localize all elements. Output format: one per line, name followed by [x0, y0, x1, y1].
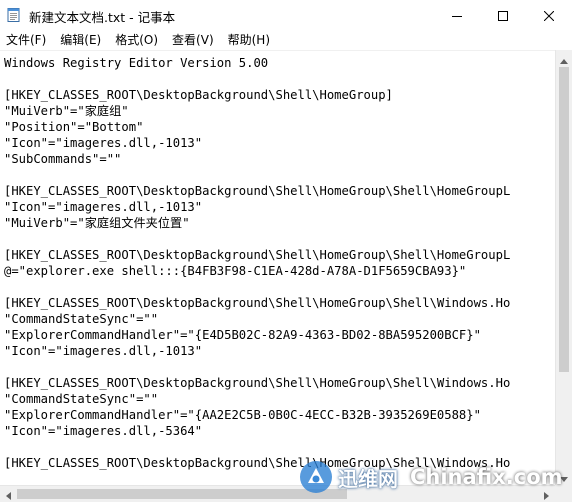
maximize-icon — [498, 6, 508, 25]
notepad-icon[interactable] — [6, 7, 22, 23]
chevron-up-icon — [560, 49, 568, 68]
editor-content[interactable]: Windows Registry Editor Version 5.00 [HK… — [4, 55, 510, 471]
text-line — [4, 167, 510, 183]
text-line: "Icon"="imageres.dll,-1013" — [4, 200, 203, 214]
text-line: "MuiVerb"="家庭组" — [4, 104, 129, 118]
text-line: "MuiVerb"="家庭组文件夹位置" — [4, 216, 190, 230]
text-line: [HKEY_CLASSES_ROOT\DesktopBackground\She… — [4, 248, 511, 262]
notepad-window: 新建文本文档.txt - 记事本 文件(F) 编辑(E) 格式(O) 查看(V)… — [0, 0, 572, 502]
text-line: "SubCommands"="" — [4, 152, 122, 166]
menu-help[interactable]: 帮助(H) — [221, 30, 277, 50]
text-line: Windows Registry Editor Version 5.00 — [4, 56, 269, 70]
text-line: "Icon"="imageres.dll,-1013" — [4, 344, 203, 358]
text-line — [4, 359, 510, 375]
chevron-left-icon — [6, 485, 11, 504]
text-line: "ExplorerCommandHandler"="{AA2E2C5B-0B0C… — [4, 408, 481, 422]
text-line: "ExplorerCommandHandler"="{E4D5B02C-82A9… — [4, 328, 481, 342]
vertical-scroll-thumb[interactable] — [559, 67, 569, 372]
close-icon — [543, 6, 555, 25]
text-line: [HKEY_CLASSES_ROOT\DesktopBackground\She… — [4, 184, 511, 198]
watermark-english: Chinafix.com — [410, 465, 563, 489]
menu-bar: 文件(F) 编辑(E) 格式(O) 查看(V) 帮助(H) — [0, 30, 572, 50]
scroll-up-button[interactable] — [556, 50, 572, 67]
title-bar[interactable]: 新建文本文档.txt - 记事本 — [0, 0, 572, 30]
watermark-chinese: 迅维网 — [338, 466, 398, 491]
close-button[interactable] — [526, 0, 572, 30]
scroll-left-button[interactable] — [0, 486, 17, 502]
text-line: "Icon"="imageres.dll,-1013" — [4, 136, 203, 150]
menu-file[interactable]: 文件(F) — [0, 30, 53, 50]
text-line — [4, 71, 510, 87]
text-line: "CommandStateSync"="" — [4, 312, 159, 326]
menu-edit[interactable]: 编辑(E) — [53, 30, 108, 50]
text-line: [HKEY_CLASSES_ROOT\DesktopBackground\She… — [4, 296, 511, 310]
vertical-scrollbar[interactable] — [555, 50, 572, 485]
minimize-icon — [452, 6, 462, 25]
text-line: [HKEY_CLASSES_ROOT\DesktopBackground\She… — [4, 376, 511, 390]
text-line — [4, 231, 510, 247]
text-line: @="explorer.exe shell:::{B4FB3F98-C1EA-4… — [4, 264, 467, 278]
menu-format[interactable]: 格式(O) — [108, 30, 165, 50]
xunwei-logo — [298, 459, 334, 495]
text-editor[interactable]: Windows Registry Editor Version 5.00 [HK… — [0, 50, 555, 486]
menu-view[interactable]: 查看(V) — [165, 30, 221, 50]
text-line — [4, 279, 510, 295]
text-line: "Position"="Bottom" — [4, 120, 144, 134]
text-line: "CommandStateSync"="" — [4, 392, 159, 406]
maximize-button[interactable] — [480, 0, 526, 30]
text-line: "Icon"="imageres.dll,-5364" — [4, 424, 203, 438]
text-line: [HKEY_CLASSES_ROOT\DesktopBackground\She… — [4, 88, 393, 102]
watermark: 迅维网 Chinafix.com — [292, 452, 572, 502]
minimize-button[interactable] — [434, 0, 480, 30]
window-title: 新建文本文档.txt - 记事本 — [29, 10, 176, 25]
